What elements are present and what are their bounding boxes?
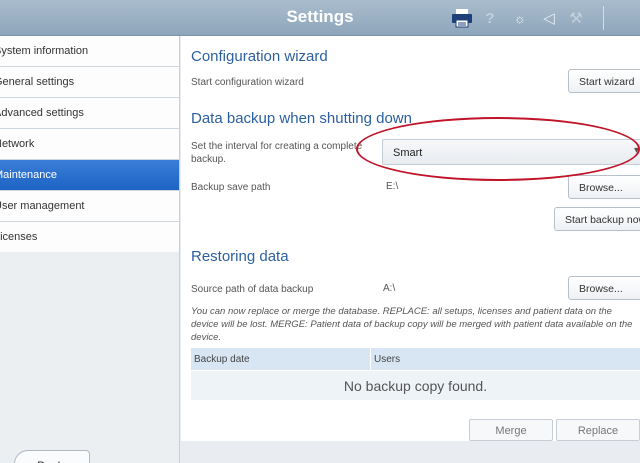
help-icon[interactable]: ? xyxy=(482,8,498,28)
chevron-down-icon: ▾ xyxy=(633,145,639,156)
start-backup-now-button[interactable]: Start backup now xyxy=(554,207,640,231)
backup-interval-value: Smart xyxy=(393,147,423,159)
restore-heading: Restoring data xyxy=(191,248,289,265)
sidebar-item-system-information[interactable]: System information xyxy=(0,36,179,67)
restore-info-text: You can now replace or merge the databas… xyxy=(191,306,633,343)
sidebar-empty-area xyxy=(0,252,180,463)
sidebar-item-label: System information xyxy=(0,45,89,57)
restore-source-value: A:\ xyxy=(383,283,396,294)
backup-save-path-label: Backup save path xyxy=(191,182,271,193)
backup-table: Backup date Users No backup copy found. xyxy=(191,348,640,400)
config-wizard-label: Start configuration wizard xyxy=(191,77,304,88)
replace-button[interactable]: Replace xyxy=(556,419,640,441)
config-wizard-heading: Configuration wizard xyxy=(191,48,328,65)
backup-save-path-value: E:\ xyxy=(386,181,399,192)
wrench-icon[interactable]: ⚒ xyxy=(568,8,584,28)
restore-source-label: Source path of data backup xyxy=(191,284,314,295)
backup-interval-select[interactable]: Smart ▾ xyxy=(382,139,640,165)
footer-area xyxy=(181,441,640,463)
sidebar-item-user-management[interactable]: User management xyxy=(0,191,179,222)
column-users[interactable]: Users xyxy=(371,348,400,370)
sidebar-item-maintenance[interactable]: Maintenance xyxy=(0,160,179,191)
title-bar: Settings ? ☼ ◁ ⚒ xyxy=(0,0,640,36)
speaker-icon[interactable]: ◁ xyxy=(541,8,557,28)
main-panel: Configuration wizard Start configuration… xyxy=(181,36,640,441)
sidebar-item-label: General settings xyxy=(0,76,75,88)
printer-icon[interactable] xyxy=(450,8,474,28)
sidebar-item-label: Advanced settings xyxy=(0,107,84,119)
brightness-icon[interactable]: ☼ xyxy=(512,8,528,28)
backup-browse-button[interactable]: Browse... xyxy=(568,175,640,199)
sidebar: System information General settings Adva… xyxy=(0,36,180,253)
backup-heading: Data backup when shutting down xyxy=(191,110,412,127)
backup-interval-label: Set the interval for creating a complete… xyxy=(191,141,363,165)
title-bar-divider xyxy=(603,6,604,30)
column-backup-date[interactable]: Backup date xyxy=(191,348,371,370)
sidebar-item-label: User management xyxy=(0,200,85,212)
sidebar-item-licenses[interactable]: Licenses xyxy=(0,222,179,253)
sidebar-item-label: Licenses xyxy=(0,231,38,243)
sidebar-item-network[interactable]: Network xyxy=(0,129,179,160)
sidebar-item-advanced-settings[interactable]: Advanced settings xyxy=(0,98,179,129)
table-header: Backup date Users xyxy=(191,348,640,370)
merge-button[interactable]: Merge xyxy=(469,419,553,441)
back-button[interactable]: Back xyxy=(14,450,90,463)
start-wizard-button[interactable]: Start wizard xyxy=(568,69,640,93)
table-empty-message: No backup copy found. xyxy=(191,370,640,400)
sidebar-item-label: Maintenance xyxy=(0,169,57,181)
sidebar-item-general-settings[interactable]: General settings xyxy=(0,67,179,98)
sidebar-item-label: Network xyxy=(0,138,35,150)
restore-browse-button[interactable]: Browse... xyxy=(568,276,640,300)
